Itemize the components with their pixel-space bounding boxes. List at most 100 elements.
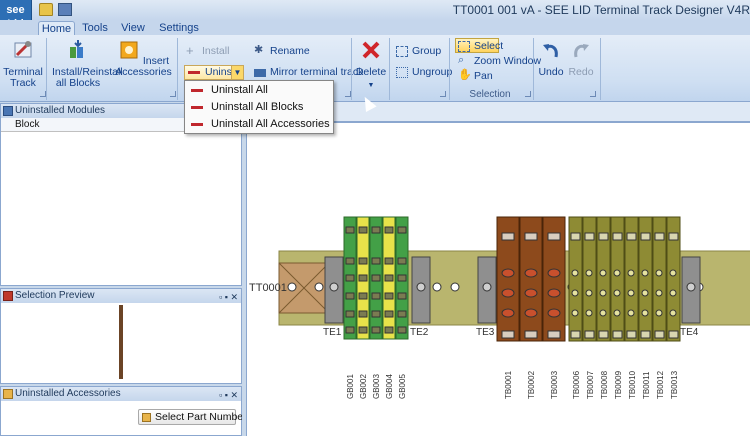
block-label: TB0002	[527, 370, 536, 399]
install-reinstall-button[interactable]: Install/Reinstall all Blocks	[52, 39, 123, 89]
delete-button[interactable]: Delete ▼	[355, 39, 387, 91]
block-screw	[397, 274, 407, 282]
minus-icon	[191, 106, 203, 109]
group-launcher-icon[interactable]	[440, 91, 446, 97]
group-launcher-icon[interactable]	[170, 91, 176, 97]
undo-button[interactable]: Undo	[536, 39, 566, 78]
redo-label: Redo	[568, 66, 594, 78]
block-clamp	[612, 330, 623, 339]
block-screw	[641, 289, 649, 297]
select-icon	[458, 41, 470, 52]
group-launcher-icon[interactable]	[345, 91, 351, 97]
save-icon[interactable]	[58, 3, 72, 16]
block-screw	[669, 309, 677, 317]
block-screw	[397, 310, 407, 318]
block-label: TB0009	[614, 370, 623, 399]
block-screw	[371, 326, 381, 334]
block-screw	[358, 292, 368, 300]
block-screw	[641, 309, 649, 317]
tab-tools[interactable]: Tools	[80, 21, 110, 36]
select-part-label: Select Part Number	[155, 411, 247, 423]
end-stop-screw	[329, 282, 339, 292]
block-screw	[655, 269, 663, 277]
mirror-button[interactable]: Mirror terminal track	[254, 65, 363, 80]
group-separator	[389, 38, 390, 100]
block-screw	[397, 292, 407, 300]
block-screw	[655, 289, 663, 297]
tab-view[interactable]: View	[119, 21, 147, 36]
block-clamp	[570, 232, 581, 241]
open-folder-icon[interactable]	[39, 3, 53, 16]
block-clamp	[547, 330, 561, 339]
ungroup-button[interactable]: Ungroup	[396, 65, 452, 80]
group-button[interactable]: Group	[396, 44, 441, 59]
zoom-window-button[interactable]: ⌕ Zoom Window	[458, 54, 541, 69]
group-launcher-icon[interactable]	[525, 91, 531, 97]
design-canvas[interactable]: TT0001 TE1 TE2 TE3 TE4 GB001 GB002 GB003 GB004 GB…	[246, 122, 750, 436]
group-launcher-icon[interactable]	[590, 91, 596, 97]
block-screw	[524, 308, 538, 318]
mirror-label: Mirror terminal track	[270, 66, 364, 78]
rename-button[interactable]: ✱ Rename	[254, 44, 310, 59]
end-stop-screw	[686, 282, 696, 292]
tab-settings[interactable]: Settings	[158, 21, 200, 36]
block-screw	[345, 274, 355, 282]
block-label: GB005	[398, 374, 407, 399]
block-clamp	[524, 330, 538, 339]
block-clamp	[501, 232, 515, 241]
uninstall-split-button[interactable]: Uninsta ▼	[184, 65, 244, 80]
block-screw	[345, 292, 355, 300]
block-label: TB0012	[656, 370, 665, 399]
block-screw	[384, 292, 394, 300]
block-clamp	[547, 232, 561, 241]
block-screw	[613, 309, 621, 317]
menu-item-uninstall-all-blocks[interactable]: Uninstall All Blocks	[185, 99, 333, 116]
end-stop-label: TE2	[410, 327, 429, 338]
block-screw	[655, 309, 663, 317]
terminal-track-button[interactable]: Terminal Track	[2, 39, 44, 89]
tab-home[interactable]: Home	[38, 21, 75, 36]
block-screw	[371, 292, 381, 300]
pan-button[interactable]: ✋ Pan	[458, 69, 493, 84]
block-screw	[585, 269, 593, 277]
group-launcher-icon[interactable]	[40, 91, 46, 97]
block-screw	[599, 269, 607, 277]
redo-button[interactable]: Redo	[566, 39, 596, 78]
block-screw	[371, 310, 381, 318]
block-screw	[358, 310, 368, 318]
insert-accessories-button[interactable]: Insert Accessories	[115, 39, 172, 78]
selection-preview-panel: Selection Preview ▫ ▪ ✕	[0, 288, 242, 384]
minus-icon	[191, 123, 203, 126]
redo-icon	[574, 44, 589, 58]
delete-label: Delete	[355, 66, 387, 78]
block-screw	[547, 308, 561, 318]
block-screw	[384, 274, 394, 282]
select-part-number-button[interactable]: Select Part Number	[138, 409, 247, 425]
block-screw	[358, 274, 368, 282]
install-button[interactable]: + Install	[186, 44, 229, 59]
block-clamp	[598, 232, 609, 241]
menu-item-uninstall-all-accessories[interactable]: Uninstall All Accessories	[185, 116, 333, 133]
menu-item-label: Uninstall All Accessories	[211, 118, 330, 130]
select-button[interactable]: Select	[455, 38, 503, 53]
panel-controls[interactable]: ▫ ▪ ✕	[219, 290, 238, 304]
block-label: GB002	[359, 374, 368, 399]
group-separator	[533, 38, 534, 100]
block-screw	[397, 226, 407, 234]
block-screw	[501, 288, 515, 298]
menu-item-label: Uninstall All Blocks	[211, 101, 304, 113]
menu-item-uninstall-all[interactable]: Uninstall All	[185, 82, 333, 99]
block-label: TB0003	[550, 370, 559, 399]
group-separator	[46, 38, 47, 100]
block-label: TB0007	[586, 370, 595, 399]
panel-controls[interactable]: ▫ ▪ ✕	[219, 388, 238, 402]
delete-icon	[362, 41, 380, 59]
end-stop-label: TE3	[476, 327, 495, 338]
plus-icon: +	[186, 43, 194, 58]
block-screw	[501, 308, 515, 318]
select-label: Select	[474, 40, 504, 52]
block-screw	[627, 309, 635, 317]
block-clamp	[584, 330, 595, 339]
chevron-down-icon[interactable]: ▼	[231, 66, 243, 79]
window-title: TT0001 001 vA - SEE LID Terminal Track D…	[452, 3, 750, 17]
